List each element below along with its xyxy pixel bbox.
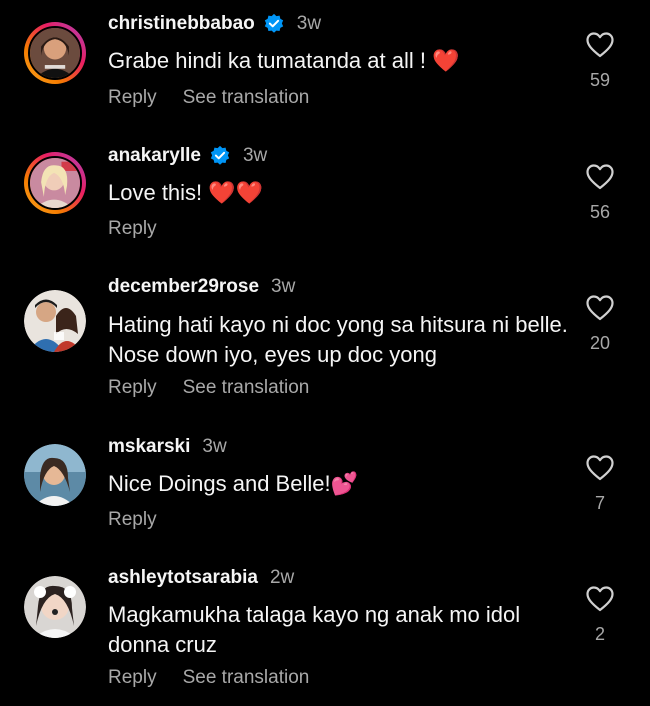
heart-outline-icon[interactable] [586, 455, 614, 481]
username[interactable]: mskarski [108, 436, 190, 458]
like-count: 59 [589, 70, 611, 90]
comment-actions: Reply See translation [108, 87, 335, 109]
comment-text: Grabe hindi ka tumatanda at all ! ❤️ [108, 48, 460, 73]
like-control: 2 [578, 586, 622, 645]
heart-outline-icon[interactable] [586, 32, 614, 58]
avatar[interactable] [24, 576, 86, 638]
see-translation-button[interactable]: See translation [183, 87, 310, 109]
avatar-image [24, 444, 86, 506]
heart-outline-icon[interactable] [586, 164, 614, 190]
avatar-image [30, 158, 80, 208]
comment-text: Love this! ❤️❤️ [108, 180, 264, 205]
comment-text: Nice Doings and Belle!💕 [108, 471, 358, 496]
username[interactable]: december29rose [108, 276, 259, 298]
like-count: 7 [594, 493, 605, 513]
username[interactable]: anakarylle [108, 145, 201, 167]
like-count: 2 [594, 624, 605, 644]
verified-badge-icon [264, 13, 283, 33]
comment-actions: Reply [108, 218, 183, 240]
comment-text: Hating hati kayo ni doc yong sa hitsura … [108, 312, 568, 367]
avatar-image [24, 290, 86, 352]
comment-meta: december29rose 3w [108, 275, 295, 299]
comment-meta: christinebbabao 3w [108, 12, 321, 36]
like-control: 56 [578, 164, 622, 223]
see-translation-button[interactable]: See translation [183, 667, 310, 689]
like-control: 20 [578, 295, 622, 354]
heart-outline-icon[interactable] [586, 586, 614, 612]
see-translation-button[interactable]: See translation [183, 377, 310, 399]
username[interactable]: christinebbabao [108, 13, 255, 35]
like-control: 59 [578, 32, 622, 91]
reply-button[interactable]: Reply [108, 377, 157, 399]
like-count: 56 [589, 202, 611, 222]
comment-actions: Reply See translation [108, 377, 335, 399]
like-count: 20 [589, 333, 611, 353]
timestamp: 3w [296, 13, 322, 34]
timestamp: 3w [242, 145, 268, 166]
avatar[interactable] [24, 290, 86, 352]
reply-button[interactable]: Reply [108, 667, 157, 689]
heart-outline-icon[interactable] [586, 295, 614, 321]
timestamp: 2w [269, 567, 295, 588]
comment-actions: Reply See translation [108, 667, 335, 689]
timestamp: 3w [202, 436, 227, 457]
reply-button[interactable]: Reply [108, 87, 157, 109]
username[interactable]: ashleytotsarabia [108, 567, 258, 589]
reply-button[interactable]: Reply [108, 509, 157, 531]
comment-meta: ashleytotsarabia 2w [108, 566, 294, 590]
timestamp: 3w [271, 276, 296, 297]
comment-meta: mskarski 3w [108, 435, 227, 459]
comment-meta: anakarylle 3w [108, 144, 267, 168]
avatar-image [30, 28, 80, 78]
avatar-image [24, 576, 86, 638]
like-control: 7 [578, 455, 622, 514]
comment-actions: Reply [108, 509, 183, 531]
reply-button[interactable]: Reply [108, 218, 157, 240]
comment-text: Magkamukha talaga kayo ng anak mo idol d… [108, 602, 521, 657]
avatar[interactable] [24, 22, 86, 84]
avatar[interactable] [24, 152, 86, 214]
avatar[interactable] [24, 444, 86, 506]
verified-badge-icon [210, 145, 230, 165]
